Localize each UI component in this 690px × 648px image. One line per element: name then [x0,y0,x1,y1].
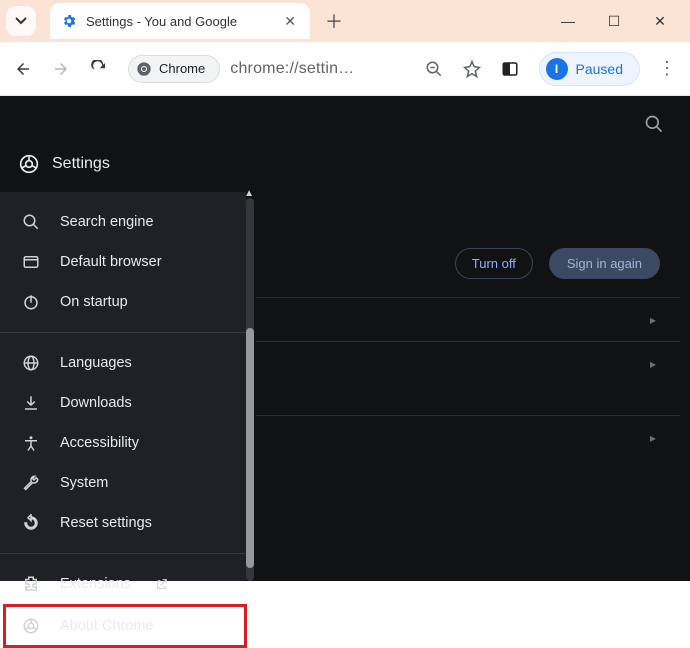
sidebar-item-label: Downloads [60,395,132,411]
zoom-button[interactable] [425,60,445,78]
browser-icon [22,253,42,271]
site-chip[interactable]: Chrome [128,55,220,83]
window-controls: — ☐ ✕ [558,13,690,30]
search-icon [644,114,664,134]
sidebar-item-on-startup[interactable]: On startup [0,282,246,322]
accessibility-icon [22,434,42,452]
sync-action-row: Turn off Sign in again [256,152,680,279]
reset-icon [22,514,42,532]
browser-tab[interactable]: Settings - You and Google ✕ [50,3,310,39]
sidebar-item-label: Reset settings [60,515,152,531]
tab-title: Settings - You and Google [86,14,272,29]
sidebar-item-accessibility[interactable]: Accessibility [0,423,246,463]
new-tab-button[interactable]: ＋ [320,8,348,34]
sidebar-item-label: Accessibility [60,435,139,451]
sidebar-item-extensions[interactable]: Extensions [0,564,246,604]
external-link-icon [155,578,168,591]
sidebar-item-label: System [60,475,108,491]
sidebar-item-system[interactable]: System [0,463,246,503]
sidebar-item-label: Extensions [60,576,131,592]
power-icon [22,293,42,311]
sidebar-item-search-engine[interactable]: Search engine [0,202,246,242]
sidebar-item-about-chrome[interactable]: About Chrome [0,604,246,648]
sidebar-item-label: Languages [60,355,132,371]
arrow-left-icon [14,60,32,78]
sidebar-item-reset-settings[interactable]: Reset settings [0,503,246,543]
sidebar-item-languages[interactable]: Languages [0,343,246,383]
chrome-icon [18,153,40,175]
settings-sidebar-header[interactable]: Settings [0,136,246,192]
profile-status-label: Paused [576,61,623,77]
settings-row[interactable]: ▸ [256,415,680,459]
chevron-right-icon: ▸ [650,357,656,371]
chevron-down-icon [15,15,27,27]
profile-button[interactable]: I Paused [539,52,640,86]
star-icon [463,60,481,78]
omnibox[interactable]: Chrome chrome://settin… [128,55,354,83]
window-titlebar: Settings - You and Google ✕ ＋ — ☐ ✕ [0,0,690,42]
forward-button[interactable] [52,60,72,78]
scrollbar-thumb[interactable] [246,328,254,568]
wrench-icon [22,474,42,492]
sidebar-item-downloads[interactable]: Downloads [0,383,246,423]
settings-main-panel: Turn off Sign in again ▸ ▸ ▸ [256,152,680,459]
settings-search-button[interactable] [644,114,664,134]
settings-gear-icon [60,12,78,30]
download-icon [22,394,42,412]
close-window-button[interactable]: ✕ [650,13,670,30]
sidebar-item-label: On startup [60,294,128,310]
tab-search-button[interactable] [6,6,36,36]
globe-icon [22,354,42,372]
tab-close-button[interactable]: ✕ [280,13,300,30]
sidebar-item-label: Search engine [60,214,154,230]
chrome-menu-button[interactable]: ⋮ [658,58,676,79]
search-icon [22,213,42,231]
sidebar-separator [0,553,246,554]
arrow-right-icon [52,60,70,78]
sidebar-separator [0,332,246,333]
avatar: I [546,58,568,80]
side-panel-button[interactable] [501,60,521,78]
chevron-right-icon: ▸ [650,431,656,445]
sidebar-item-label: Default browser [60,254,162,270]
bookmark-button[interactable] [463,60,483,78]
turn-off-button[interactable]: Turn off [455,248,533,279]
reload-button[interactable] [90,60,110,78]
extension-icon [22,575,42,593]
settings-page: Turn off Sign in again ▸ ▸ ▸ Settings ▲ … [0,96,690,581]
settings-row[interactable]: ▸ [256,297,680,341]
chevron-right-icon: ▸ [650,313,656,327]
settings-row[interactable]: ▸ [256,341,680,385]
sidebar-item-default-browser[interactable]: Default browser [0,242,246,282]
sidebar-scrollbar[interactable] [246,198,254,581]
browser-toolbar: Chrome chrome://settin… I Paused ⋮ [0,42,690,96]
reload-icon [90,60,108,78]
settings-title: Settings [52,155,110,173]
chrome-icon [135,60,153,78]
back-button[interactable] [14,60,34,78]
zoom-out-icon [425,60,443,78]
maximize-button[interactable]: ☐ [604,13,624,30]
side-panel-icon [501,60,519,78]
settings-sidebar: Settings ▲ Search engine Default browser… [0,192,246,581]
sign-in-again-button[interactable]: Sign in again [549,248,660,279]
chrome-icon [22,617,42,635]
minimize-button[interactable]: — [558,13,578,30]
sidebar-item-label: About Chrome [60,618,154,634]
url-display: chrome://settin… [230,60,354,78]
site-chip-label: Chrome [159,61,205,76]
